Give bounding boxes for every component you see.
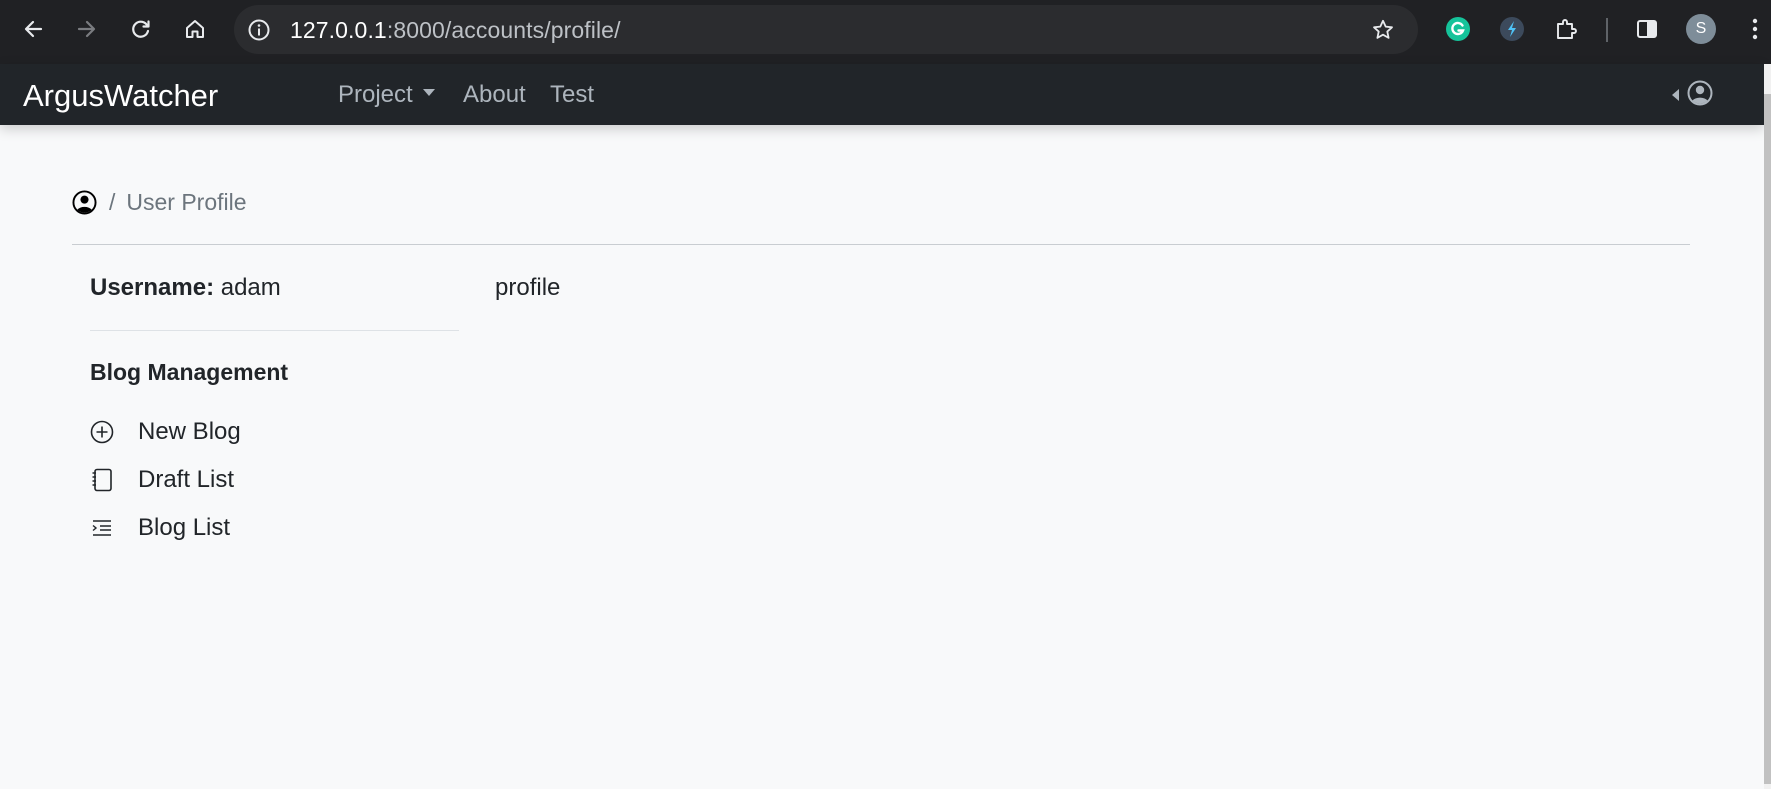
username-display: Username: adam <box>90 274 281 302</box>
puzzle-icon[interactable] <box>1551 14 1581 44</box>
page-scrollbar[interactable] <box>1764 64 1771 789</box>
draft-list-label: Draft List <box>138 466 235 493</box>
home-icon[interactable] <box>180 14 210 44</box>
user-circle-icon[interactable] <box>72 190 97 215</box>
blog-list-link[interactable]: Blog List <box>90 514 230 542</box>
site-navbar: ArgusWatcher Project About Test <box>0 64 1764 125</box>
site-info-icon[interactable] <box>246 17 272 43</box>
kebab-menu-icon[interactable] <box>1740 14 1770 44</box>
user-circle-icon <box>1687 80 1713 111</box>
address-bar[interactable]: 127.0.0.1:8000/accounts/profile/ <box>234 5 1418 54</box>
browser-toolbar: 127.0.0.1:8000/accounts/profile/ S <box>0 0 1771 64</box>
url-text[interactable]: 127.0.0.1:8000/accounts/profile/ <box>290 17 621 44</box>
journal-icon <box>90 468 114 492</box>
scrollbar-thumb[interactable] <box>1764 94 1771 784</box>
toolbar-divider <box>1606 18 1608 42</box>
caret-left-icon <box>1672 89 1679 101</box>
username-value: adam <box>220 274 281 301</box>
nav-about[interactable]: About <box>463 81 526 109</box>
url-host: 127.0.0.1 <box>290 17 387 43</box>
nav-project-label: Project <box>338 81 413 108</box>
blog-management-heading: Blog Management <box>90 359 289 385</box>
new-blog-label: New Blog <box>138 418 241 445</box>
grammarly-icon[interactable] <box>1443 14 1473 44</box>
chevron-down-icon <box>422 89 435 97</box>
profile-content: profile <box>495 274 561 301</box>
new-blog-link[interactable]: New Blog <box>90 418 241 446</box>
brand-logo[interactable]: ArgusWatcher <box>23 78 218 114</box>
nav-project-dropdown[interactable]: Project <box>338 81 435 109</box>
nav-test[interactable]: Test <box>550 81 594 109</box>
forward-icon[interactable] <box>72 14 102 44</box>
draft-list-link[interactable]: Draft List <box>90 466 234 494</box>
blog-list-label: Blog List <box>138 514 231 541</box>
url-path: :8000/accounts/profile/ <box>386 17 621 43</box>
breadcrumb: / User Profile <box>72 189 247 216</box>
breadcrumb-separator: / <box>109 189 116 215</box>
lightning-extension-icon[interactable] <box>1497 14 1527 44</box>
user-menu-dropdown[interactable] <box>1672 80 1713 110</box>
back-icon[interactable] <box>18 14 48 44</box>
plus-circle-icon <box>90 420 114 444</box>
bookmark-star-icon[interactable] <box>1370 17 1396 43</box>
username-label: Username: <box>90 274 215 301</box>
list-indent-icon <box>90 516 114 540</box>
side-panel-icon[interactable] <box>1632 14 1662 44</box>
breadcrumb-current: User Profile <box>126 189 247 215</box>
profile-avatar[interactable]: S <box>1686 14 1716 44</box>
sidebar-divider <box>90 330 459 331</box>
header-divider <box>72 244 1690 245</box>
reload-icon[interactable] <box>126 14 156 44</box>
